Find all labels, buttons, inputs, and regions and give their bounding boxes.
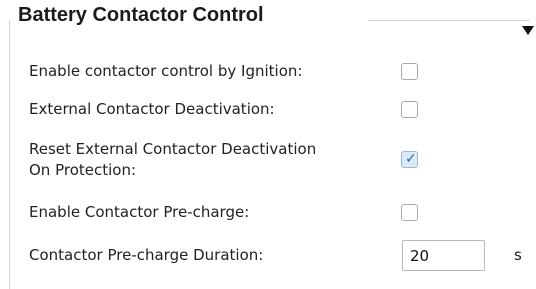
ignition-contactor-label: Enable contactor control by Ignition:	[29, 62, 303, 80]
reset-deactivation-label: Reset External Contactor Deactivation On…	[29, 140, 317, 179]
external-deactivation-label: External Contactor Deactivation:	[29, 100, 275, 118]
duration-unit: s	[514, 246, 522, 264]
group-title: Battery Contactor Control	[18, 4, 270, 27]
group-box-left-border	[9, 20, 10, 289]
precharge-enable-checkbox[interactable]	[401, 204, 418, 221]
ignition-contactor-checkbox[interactable]	[401, 63, 418, 80]
external-deactivation-checkbox[interactable]	[401, 101, 418, 118]
checkmark-icon: ✓	[405, 151, 417, 167]
precharge-duration-input[interactable]	[402, 240, 485, 271]
precharge-enable-label: Enable Contactor Pre-charge:	[29, 203, 250, 221]
reset-deactivation-checkbox[interactable]: ✓	[401, 151, 418, 168]
group-box-top-border	[368, 20, 530, 21]
collapse-arrow-icon	[522, 26, 534, 35]
precharge-duration-label: Contactor Pre-charge Duration:	[29, 246, 264, 264]
